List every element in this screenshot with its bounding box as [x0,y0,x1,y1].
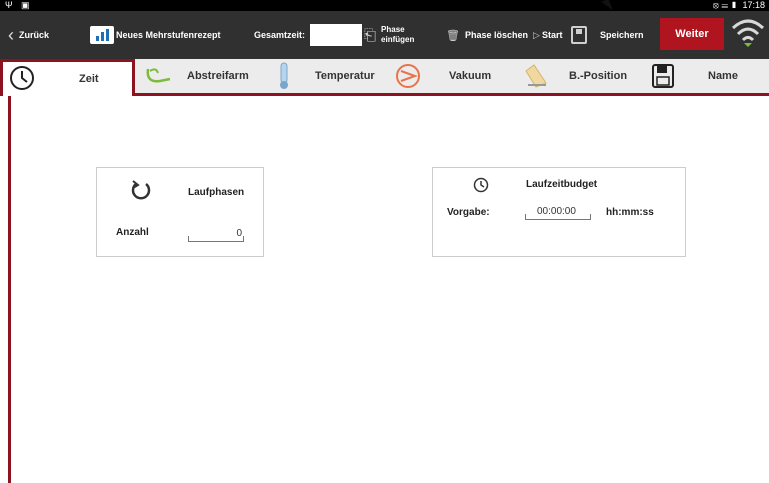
trash-icon: 🗑 [446,29,460,42]
tab-b-position[interactable]: B.-Position [522,59,647,93]
target-time-value: 00:00:00 [537,206,576,217]
back-button[interactable]: ‹ Zurück [8,11,49,59]
recipe-title: Neues Mehrstufenrezept [90,11,221,59]
insert-phase-button[interactable]: ⎗ Phase einfügen [364,11,414,59]
tab-abstreifarm-label: Abstreifarm [187,70,249,82]
system-status-icons: ⦻ ☰ ▮ [712,0,738,10]
delete-arrow-icon: ▷ [533,29,540,40]
tab-bar: Zeit Abstreifarm Temperatur Vakuum B.-Po… [0,59,769,96]
tab-temperatur[interactable]: Temperatur [272,59,387,93]
vacuum-icon [396,64,420,88]
refresh-icon [131,180,151,200]
status-clock: 17:18 [742,0,765,10]
save-label: Speichern [600,30,644,40]
scraper-arm-icon [146,68,171,83]
tab-abstreifarm[interactable]: Abstreifarm [140,59,260,93]
cycles-count-value: 0 [236,228,242,239]
time-settings-panel: Laufphasen Anzahl 0 Laufzeitbudget Vorga… [8,96,769,483]
notification-icons: Ψ ▣ [5,0,33,10]
insert-phase-label-line1: Phase [381,25,405,34]
tab-zeit-label: Zeit [79,73,99,85]
insert-phase-icon: ⎗ [364,26,377,44]
floppy-icon [571,26,587,44]
action-bar: ‹ Zurück Neues Mehrstufenrezept Gesamtze… [0,11,769,59]
target-time-field[interactable]: 00:00:00 [525,206,591,220]
save-button[interactable]: Speichern [571,11,644,59]
next-button[interactable]: Weiter [660,18,724,50]
cycles-title: Laufphasen [188,187,245,198]
status-icons-group: ⦻ ☰ ▮ 17:18 [713,0,765,11]
clock-icon [10,66,34,90]
cycles-card: Laufphasen Anzahl 0 [96,167,264,257]
tab-name[interactable]: Name [648,59,769,93]
tab-temperatur-label: Temperatur [315,70,375,82]
tab-name-label: Name [708,70,738,82]
wifi-icon [731,19,765,47]
total-time-input[interactable] [310,24,363,46]
delete-phase-button[interactable]: 🗑 Phase löschen ▷ [446,11,540,59]
tab-b-position-label: B.-Position [569,70,628,82]
delete-phase-label: Phase löschen [464,30,528,40]
start-label: Start [542,30,563,40]
chevron-left-icon: ‹ [8,24,14,45]
total-time-group: Gesamtzeit: [254,11,363,59]
recipe-title-label: Neues Mehrstufenrezept [116,30,221,40]
total-time-label: Gesamtzeit: [254,30,306,40]
back-label: Zurück [19,30,50,40]
tab-zeit[interactable]: Zeit [0,59,135,96]
thermometer-icon [280,62,288,89]
time-format-hint: hh:mm:ss [606,207,654,218]
clock-icon [473,177,489,193]
target-label: Vorgabe: [447,207,490,218]
tab-vakuum-label: Vakuum [449,70,492,82]
runtime-budget-card: Laufzeitbudget Vorgabe: 00:00:00 hh:mm:s… [432,167,686,257]
insert-phase-label-line2: einfügen [381,35,415,44]
cycles-count-field[interactable]: 0 [188,228,244,242]
start-button[interactable]: Start [542,11,563,59]
system-status-bar: Ψ ▣ ⦻ ☰ ▮ 17:18 [0,0,769,11]
tab-vakuum[interactable]: Vakuum [392,59,507,93]
save-icon [652,64,674,88]
bowl-position-icon [525,64,547,88]
cycles-count-label: Anzahl [116,227,149,238]
runtime-budget-title: Laufzeitbudget [526,179,598,190]
app-logo-icon [90,26,114,44]
